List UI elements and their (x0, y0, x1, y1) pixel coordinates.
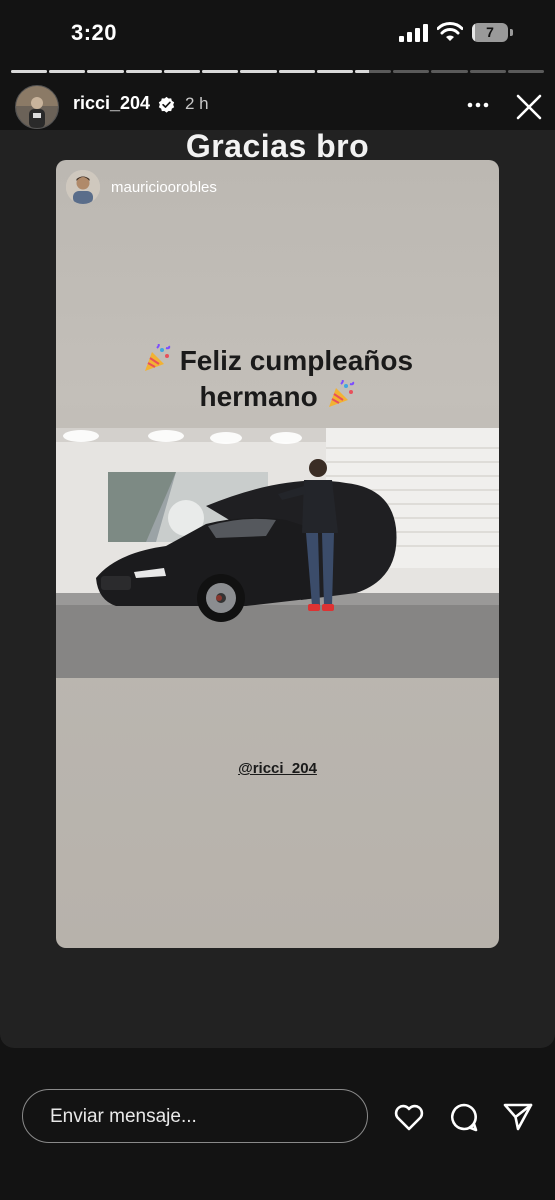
party-popper-icon (328, 380, 354, 407)
greeting-line2: hermano (199, 381, 318, 412)
story-username[interactable]: ricci_204 (73, 93, 150, 114)
story-progress-segment (431, 70, 468, 73)
story-progress-segment (507, 70, 545, 73)
story-progress-bar (11, 70, 545, 73)
close-icon[interactable] (514, 92, 544, 122)
story-progress-segment (354, 70, 392, 73)
story-progress-segment (240, 70, 277, 73)
story-timestamp: 2 h (185, 94, 209, 113)
story-progress-segment (393, 70, 430, 73)
story-progress-segment (11, 70, 48, 73)
heart-icon[interactable] (393, 1101, 425, 1133)
message-input[interactable]: Enviar mensaje... (22, 1089, 368, 1143)
reshared-avatar[interactable] (66, 170, 100, 204)
story-progress-segment (49, 70, 86, 73)
story-progress-segment (278, 70, 315, 73)
mention-sticker[interactable]: @ricci_204 (56, 760, 499, 777)
clock: 3:20 (71, 20, 118, 45)
reshared-story-card[interactable]: mauricioorobles Feliz cumpleaños hermano (56, 160, 499, 948)
battery-level: 7 (486, 24, 494, 40)
story-progress-segment (202, 70, 239, 73)
story-progress-segment (469, 70, 506, 73)
story-progress-segment (316, 70, 353, 73)
car-showroom-photo (56, 428, 499, 678)
story-progress-segment (87, 70, 124, 73)
cellular-signal-icon (399, 24, 428, 42)
wifi-icon (437, 22, 463, 41)
more-options-icon[interactable] (465, 93, 491, 117)
avatar[interactable] (15, 85, 59, 129)
message-placeholder: Enviar mensaje... (50, 1106, 197, 1127)
battery-icon: 7 (472, 23, 514, 43)
verified-badge-icon (158, 96, 175, 113)
comment-icon[interactable] (448, 1101, 480, 1133)
greeting-line1: Feliz cumpleaños (179, 345, 414, 376)
story-progress-segment (163, 70, 201, 73)
send-icon[interactable] (502, 1101, 534, 1133)
status-bar: 3:20 7 (0, 0, 555, 66)
party-popper-icon (144, 344, 171, 371)
story-progress-segment (125, 70, 162, 73)
greeting-text: Feliz cumpleaños hermano (56, 343, 499, 415)
reshared-username[interactable]: mauricioorobles (111, 179, 217, 196)
